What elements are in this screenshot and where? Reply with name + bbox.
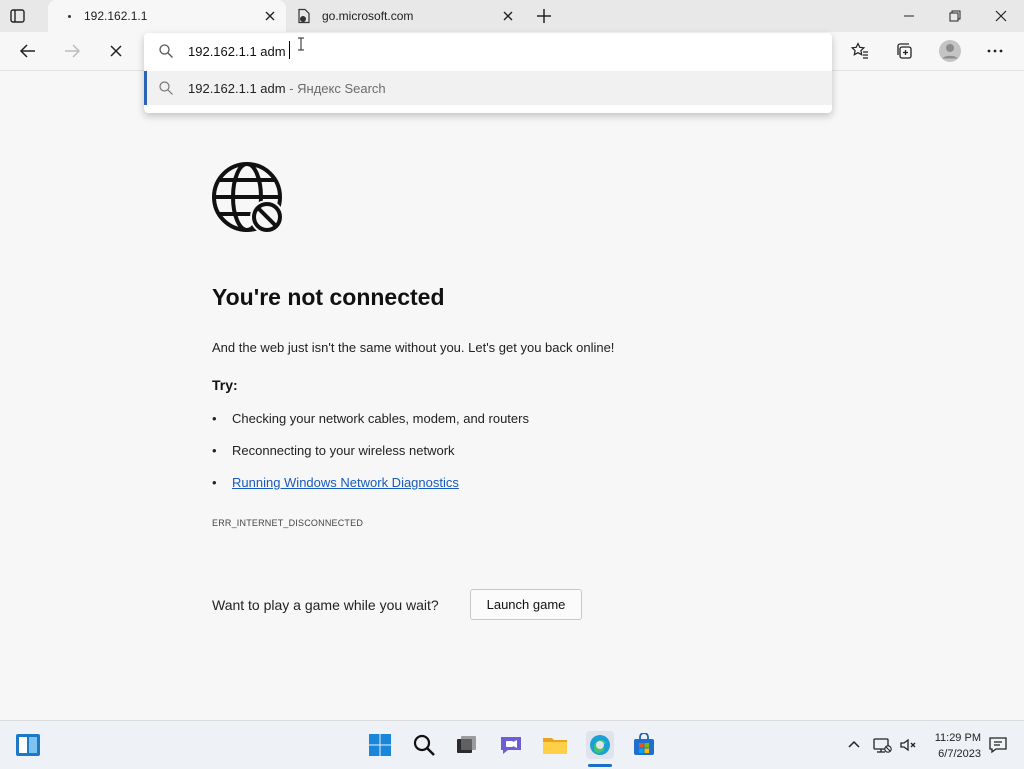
suggestion-text: 192.162.1.1 adm - Яндекс Search xyxy=(188,81,386,96)
address-bar-dropdown: 192.162.1.1 adm 192.162.1.1 adm - Яндекс… xyxy=(144,33,832,113)
close-icon[interactable] xyxy=(978,0,1024,32)
bullet-dot: • xyxy=(212,411,217,426)
tab-title: 192.162.1.1 xyxy=(84,9,148,23)
active-app-indicator xyxy=(588,764,612,767)
ibeam-cursor-icon xyxy=(297,37,305,51)
suggestion-accent xyxy=(144,71,147,105)
start-icon[interactable] xyxy=(366,731,394,759)
suggestion-engine: - Яндекс Search xyxy=(285,81,386,96)
page-icon xyxy=(296,8,312,24)
list-item: • Checking your network cables, modem, a… xyxy=(212,411,529,426)
page-title: You're not connected xyxy=(212,284,445,310)
network-icon[interactable] xyxy=(868,731,896,759)
close-tab-icon[interactable] xyxy=(500,8,516,24)
minimize-icon[interactable] xyxy=(886,0,932,32)
tab-strip: 192.162.1.1 go.microsoft.com xyxy=(0,0,1024,32)
clock-date: 6/7/2023 xyxy=(938,748,981,760)
profile-icon[interactable] xyxy=(934,35,966,67)
system-clock[interactable]: 11:29 PM 6/7/2023 xyxy=(935,730,981,762)
taskbar-search-icon[interactable] xyxy=(410,731,438,759)
back-icon[interactable] xyxy=(12,35,44,67)
network-diagnostics-link[interactable]: Running Windows Network Diagnostics xyxy=(232,475,459,490)
address-input[interactable]: 192.162.1.1 adm xyxy=(188,44,286,59)
loading-indicator xyxy=(68,15,71,18)
volume-icon[interactable] xyxy=(894,731,922,759)
edge-icon[interactable] xyxy=(586,731,614,759)
globe-offline-icon xyxy=(211,161,285,235)
suggestion-query: 192.162.1.1 adm xyxy=(188,81,286,96)
list-item: • Running Windows Network Diagnostics xyxy=(212,475,459,490)
game-prompt: Want to play a game while you wait? xyxy=(212,597,439,613)
taskbar: 11:29 PM 6/7/2023 xyxy=(0,720,1024,769)
file-explorer-icon[interactable] xyxy=(541,731,569,759)
list-item: • Reconnecting to your wireless network xyxy=(212,443,455,458)
search-icon xyxy=(158,80,174,96)
bullet-dot: • xyxy=(212,475,217,490)
tab-go-microsoft[interactable]: go.microsoft.com xyxy=(290,0,522,32)
clock-time: 11:29 PM xyxy=(934,732,981,744)
new-tab-icon[interactable] xyxy=(534,6,554,26)
close-tab-icon[interactable] xyxy=(262,8,278,24)
launch-game-button[interactable]: Launch game xyxy=(470,589,582,620)
try-label: Try: xyxy=(212,377,238,393)
list-item-text: Reconnecting to your wireless network xyxy=(232,443,455,458)
sidebar-icon[interactable] xyxy=(8,6,28,26)
chat-icon[interactable] xyxy=(497,731,525,759)
page-description: And the web just isn't the same without … xyxy=(212,340,615,355)
widgets-icon[interactable] xyxy=(14,731,42,759)
notification-icon[interactable] xyxy=(984,731,1012,759)
bullet-dot: • xyxy=(212,443,217,458)
text-cursor xyxy=(289,41,290,59)
store-icon[interactable] xyxy=(630,731,658,759)
chevron-up-icon[interactable] xyxy=(840,731,868,759)
maximize-icon[interactable] xyxy=(932,0,978,32)
list-item-text: Checking your network cables, modem, and… xyxy=(232,411,529,426)
search-icon xyxy=(158,43,174,59)
error-code: ERR_INTERNET_DISCONNECTED xyxy=(212,518,364,528)
collections-icon[interactable] xyxy=(889,35,921,67)
more-icon[interactable] xyxy=(979,35,1011,67)
tab-title: go.microsoft.com xyxy=(322,9,414,23)
favorites-icon[interactable] xyxy=(844,35,876,67)
task-view-icon[interactable] xyxy=(453,731,481,759)
tab-192-162-1-1[interactable]: 192.162.1.1 xyxy=(48,0,286,32)
stop-icon[interactable] xyxy=(100,35,132,67)
suggestion-item[interactable]: 192.162.1.1 adm - Яндекс Search xyxy=(144,71,832,105)
forward-icon[interactable] xyxy=(56,35,88,67)
